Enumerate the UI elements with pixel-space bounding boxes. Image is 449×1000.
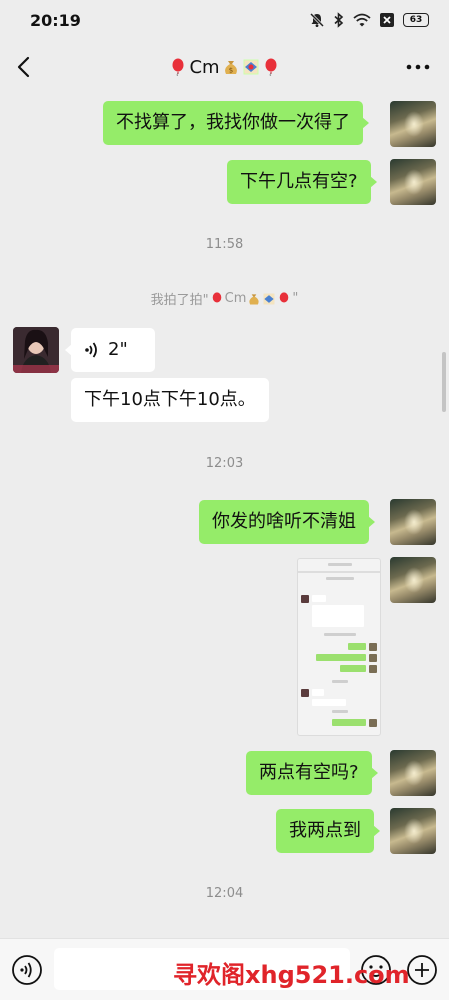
- thumb-avatar: [369, 719, 377, 727]
- balloon-icon: [265, 58, 277, 76]
- more-options-button[interactable]: [403, 54, 433, 80]
- message-bubble-self[interactable]: 两点有空吗?: [246, 751, 378, 795]
- voice-input-toggle-icon[interactable]: [11, 954, 43, 986]
- site-watermark: 寻欢阁xhg521.com: [173, 961, 410, 989]
- self-avatar[interactable]: [390, 750, 436, 796]
- thumb-bubble: [316, 654, 366, 661]
- voice-duration: 2": [108, 339, 128, 360]
- thumb-avatar: [301, 595, 309, 603]
- thumb-divider: [298, 571, 380, 573]
- thumb-avatar: [369, 643, 377, 651]
- self-avatar[interactable]: [390, 159, 436, 205]
- thumb-avatar: [369, 665, 377, 673]
- money-bag-icon: $: [224, 61, 237, 75]
- balloon-icon: [212, 291, 221, 302]
- gift-icon: [243, 59, 259, 75]
- wifi-icon: [353, 13, 371, 27]
- status-bar: 20:19 63: [0, 0, 449, 40]
- message-timestamp: 12:04: [205, 886, 244, 901]
- thumb-avatar: [369, 654, 377, 662]
- money-bag-icon: [249, 293, 259, 304]
- add-more-icon[interactable]: [406, 954, 438, 986]
- bluetooth-icon: [334, 12, 344, 28]
- thumb-bubble: [348, 643, 366, 650]
- battery-level: 63: [409, 14, 423, 25]
- thumb-bubble: [312, 689, 324, 696]
- thumb-avatar: [301, 689, 309, 697]
- chat-title: Cm $: [169, 57, 279, 78]
- back-button[interactable]: [12, 54, 38, 80]
- sim-off-icon: [380, 13, 394, 27]
- message-bubble-self[interactable]: 下午几点有空?: [227, 160, 377, 204]
- thumb-line: [324, 633, 356, 636]
- thumb-line: [332, 710, 348, 713]
- chat-title-name: Cm: [189, 56, 220, 78]
- status-icons: 63: [309, 12, 429, 28]
- message-timestamp: 11:58: [205, 237, 244, 252]
- thumb-bubble: [340, 665, 366, 672]
- status-time: 20:19: [30, 10, 81, 30]
- avatar-portrait: [13, 327, 59, 373]
- pat-suffix: ": [292, 291, 299, 306]
- self-avatar[interactable]: [390, 499, 436, 545]
- balloon-icon: [280, 291, 289, 302]
- thumb-bubble: [312, 605, 364, 627]
- thumb-bubble: [312, 699, 346, 706]
- balloon-icon: [172, 58, 184, 76]
- message-timestamp: 12:03: [205, 456, 244, 471]
- self-avatar[interactable]: [390, 808, 436, 854]
- thumb-line: [332, 680, 348, 683]
- thumb-bubble: [312, 595, 326, 602]
- thumb-title: [328, 563, 352, 566]
- screenshot-image-message[interactable]: [297, 558, 381, 736]
- battery-icon: 63: [403, 13, 429, 27]
- thumb-line: [326, 577, 354, 580]
- gift-icon: [263, 293, 275, 304]
- contact-avatar[interactable]: [13, 327, 59, 373]
- chat-header: Cm $: [0, 40, 449, 94]
- message-bubble-self[interactable]: 你发的啥听不清姐: [199, 500, 375, 544]
- message-bubble-self[interactable]: 我两点到: [276, 809, 380, 853]
- voice-wave-icon: [85, 342, 97, 358]
- pat-notification: 我拍了拍" Cm ": [0, 289, 449, 308]
- pat-prefix: 我拍了拍": [150, 293, 209, 308]
- voice-message-bubble[interactable]: 2": [65, 328, 155, 372]
- svg-text:$: $: [228, 67, 232, 75]
- scrollbar[interactable]: [442, 352, 446, 412]
- thumb-bubble: [332, 719, 366, 726]
- message-bubble-other[interactable]: 下午10点下午10点。: [71, 378, 269, 422]
- message-bubble-self[interactable]: 不找算了，我找你做一次得了: [103, 101, 369, 145]
- mute-icon: [309, 12, 325, 28]
- pat-name: Cm: [224, 291, 247, 306]
- self-avatar[interactable]: [390, 101, 436, 147]
- self-avatar[interactable]: [390, 557, 436, 603]
